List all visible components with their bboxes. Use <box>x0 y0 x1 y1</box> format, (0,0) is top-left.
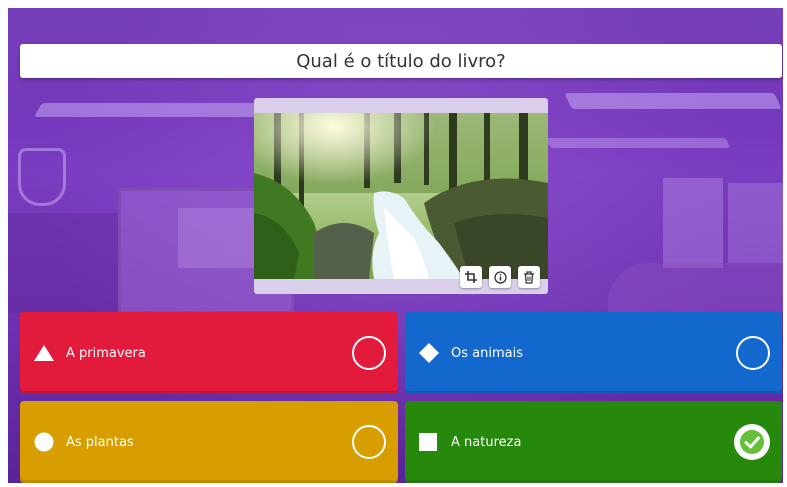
question-title[interactable]: Qual é o título do livro? <box>20 44 782 78</box>
answer-option-red[interactable]: A primavera <box>20 312 398 394</box>
question-image-frame[interactable] <box>254 98 548 294</box>
answer-option-blue[interactable]: Os animais <box>405 312 782 394</box>
answer-label: As plantas <box>66 434 134 450</box>
answer-correct-toggle[interactable] <box>734 424 770 460</box>
answer-option-yellow[interactable]: As plantas <box>20 401 398 483</box>
square-icon <box>419 433 437 451</box>
diamond-icon <box>419 343 439 363</box>
answer-label: A natureza <box>451 434 522 450</box>
answer-correct-toggle[interactable] <box>736 336 770 370</box>
info-icon[interactable] <box>489 266 511 288</box>
answer-label: Os animais <box>451 345 523 361</box>
question-image <box>254 113 548 279</box>
answer-correct-toggle[interactable] <box>352 336 386 370</box>
trash-icon[interactable] <box>518 266 540 288</box>
triangle-icon <box>34 345 54 361</box>
question-text[interactable]: Qual é o título do livro? <box>296 51 506 72</box>
crop-icon[interactable] <box>460 266 482 288</box>
answer-option-green[interactable]: A natureza <box>405 401 782 483</box>
checkmark-icon <box>736 426 768 458</box>
answer-correct-toggle[interactable] <box>352 425 386 459</box>
answer-label: A primavera <box>66 345 146 361</box>
circle-icon <box>34 432 54 452</box>
